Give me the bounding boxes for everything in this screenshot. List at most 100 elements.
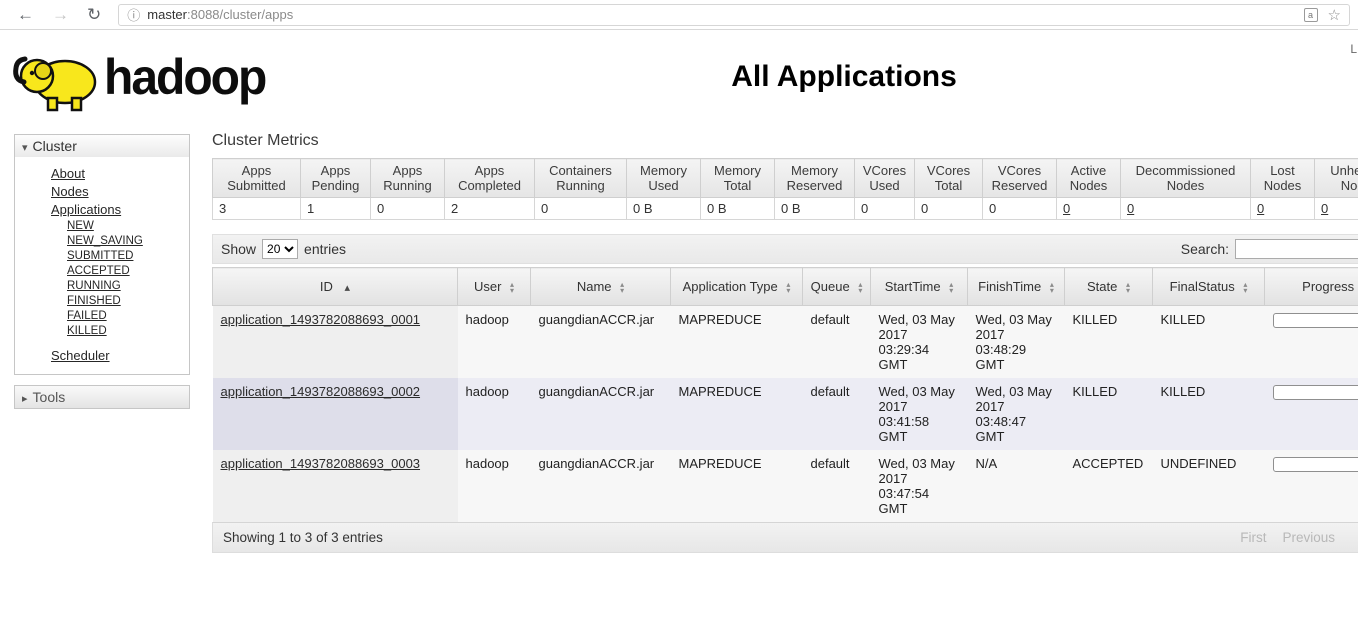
main-content: Cluster Metrics Apps Submitted Apps Pend… — [196, 124, 1358, 553]
pagination: First Previous — [1240, 530, 1335, 545]
app-type-cell: MAPREDUCE — [671, 450, 803, 522]
column-header-queue[interactable]: Queue ▴▾ — [803, 268, 871, 306]
logged-in-text-cutoff: L — [1350, 42, 1357, 56]
url-host: master — [147, 7, 187, 22]
hadoop-logo-text: hadoop — [104, 48, 265, 106]
pagination-previous-button[interactable]: Previous — [1282, 530, 1335, 545]
app-name-cell: guangdianACCR.jar — [531, 306, 671, 379]
show-label: Show — [221, 241, 256, 257]
table-toolbar: Show 20 entries Search: — [212, 234, 1358, 264]
metrics-header-cell: Containers Running — [535, 159, 627, 198]
metrics-header-cell: VCores Reserved — [983, 159, 1057, 198]
sidebar-item-new-saving[interactable]: NEW_SAVING — [15, 233, 189, 248]
metrics-value-cell: 0 — [855, 198, 915, 220]
search-input[interactable] — [1235, 239, 1358, 259]
app-user-cell: hadoop — [458, 306, 531, 379]
address-bar[interactable]: ⓘ master :8088/cluster/apps a ☆ — [118, 4, 1350, 26]
column-header-application-type[interactable]: Application Type ▴▾ — [671, 268, 803, 306]
metrics-value-cell: 0 — [1251, 198, 1315, 220]
cluster-panel-header[interactable]: ▾ Cluster — [15, 135, 189, 157]
metrics-value-cell: 1 — [301, 198, 371, 220]
app-id-link[interactable]: application_1493782088693_0002 — [221, 384, 421, 399]
column-header-finishtime[interactable]: FinishTime ▴▾ — [968, 268, 1065, 306]
metrics-header-cell: Lost Nodes — [1251, 159, 1315, 198]
column-label: Queue — [811, 279, 850, 294]
sidebar-item-about[interactable]: About — [15, 164, 189, 182]
metrics-value-cell: 0 — [1121, 198, 1251, 220]
metrics-value-cell: 0 — [915, 198, 983, 220]
sidebar-item-killed[interactable]: KILLED — [15, 323, 189, 338]
reload-icon[interactable]: ↻ — [87, 5, 101, 25]
metrics-value-row: 3 1 0 2 0 0 B 0 B 0 B 0 0 0 0 0 0 0 — [213, 198, 1358, 220]
sidebar-item-submitted[interactable]: SUBMITTED — [15, 248, 189, 263]
column-header-progress[interactable]: Progress ▴▾ — [1265, 268, 1358, 306]
column-header-user[interactable]: User ▴▾ — [458, 268, 531, 306]
app-finishtime-cell: Wed, 03 May 2017 03:48:47 GMT — [968, 378, 1065, 450]
sidebar-item-new[interactable]: NEW — [15, 218, 189, 233]
pagination-first-button[interactable]: First — [1240, 530, 1266, 545]
tools-panel-header[interactable]: ▸ Tools — [14, 385, 190, 409]
column-header-starttime[interactable]: StartTime ▴▾ — [871, 268, 968, 306]
chevron-down-icon: ▾ — [22, 142, 28, 154]
metrics-header-cell: VCores Total — [915, 159, 983, 198]
page-header: hadoop All Applications L — [0, 30, 1358, 120]
sidebar-item-finished[interactable]: FINISHED — [15, 293, 189, 308]
sort-both-icon: ▴▾ — [1050, 282, 1054, 294]
metrics-value-cell: 0 — [1315, 198, 1358, 220]
metrics-header-cell: Memory Total — [701, 159, 775, 198]
metrics-header-cell: Memory Reserved — [775, 159, 855, 198]
metrics-header-cell: Apps Submitted — [213, 159, 301, 198]
app-finalstatus-cell: UNDEFINED — [1153, 450, 1265, 522]
sidebar: ▾ Cluster About Nodes Applications NEW NE… — [0, 124, 196, 553]
app-starttime-cell: Wed, 03 May 2017 03:41:58 GMT — [871, 378, 968, 450]
app-queue-cell: default — [803, 378, 871, 450]
app-state-cell: ACCEPTED — [1065, 450, 1153, 522]
column-label: Name — [577, 279, 612, 294]
column-header-id[interactable]: ID ▴ — [213, 268, 458, 306]
column-header-name[interactable]: Name ▴▾ — [531, 268, 671, 306]
app-finishtime-cell: N/A — [968, 450, 1065, 522]
app-id-cell: application_1493782088693_0003 — [213, 450, 458, 522]
column-header-state[interactable]: State ▴▾ — [1065, 268, 1153, 306]
app-id-link[interactable]: application_1493782088693_0003 — [221, 456, 421, 471]
metrics-header-cell: Active Nodes — [1057, 159, 1121, 198]
forward-icon[interactable]: → — [52, 5, 69, 25]
progress-bar — [1273, 457, 1358, 472]
translate-icon[interactable]: a — [1304, 8, 1318, 22]
sidebar-item-applications[interactable]: Applications — [15, 200, 189, 218]
lost-nodes-link[interactable]: 0 — [1257, 201, 1264, 216]
page-info-icon[interactable]: ⓘ — [127, 5, 140, 24]
app-starttime-cell: Wed, 03 May 2017 03:47:54 GMT — [871, 450, 968, 522]
tools-panel-label: Tools — [33, 389, 66, 405]
column-label: State — [1087, 279, 1117, 294]
app-finalstatus-cell: KILLED — [1153, 378, 1265, 450]
table-row: application_1493782088693_0003 hadoop gu… — [213, 450, 1358, 522]
page-size-select[interactable]: 20 — [262, 239, 298, 259]
chevron-right-icon: ▸ — [22, 393, 28, 405]
back-icon[interactable]: ← — [17, 5, 34, 25]
browser-toolbar: ← → ↻ ⓘ master :8088/cluster/apps a ☆ — [0, 0, 1358, 30]
sidebar-item-scheduler[interactable]: Scheduler — [15, 346, 189, 364]
metrics-value-cell: 0 — [1057, 198, 1121, 220]
sort-both-icon: ▴▾ — [510, 282, 514, 294]
app-queue-cell: default — [803, 450, 871, 522]
cluster-nav: About Nodes Applications NEW NEW_SAVING … — [15, 157, 189, 374]
sidebar-item-failed[interactable]: FAILED — [15, 308, 189, 323]
column-label: Application Type — [683, 279, 778, 294]
app-id-link[interactable]: application_1493782088693_0001 — [221, 312, 421, 327]
unhealthy-nodes-link[interactable]: 0 — [1321, 201, 1328, 216]
metrics-header-cell: Apps Completed — [445, 159, 535, 198]
bookmark-star-icon[interactable]: ☆ — [1328, 6, 1341, 24]
cluster-panel-label: Cluster — [33, 138, 77, 154]
sidebar-item-accepted[interactable]: ACCEPTED — [15, 263, 189, 278]
metrics-header-cell: Apps Pending — [301, 159, 371, 198]
apps-header-row: ID ▴ User ▴▾ Name ▴▾ Application Type ▴▾ — [213, 268, 1358, 306]
cluster-panel: ▾ Cluster About Nodes Applications NEW NE… — [14, 134, 190, 375]
column-label: FinishTime — [978, 279, 1041, 294]
applications-table: ID ▴ User ▴▾ Name ▴▾ Application Type ▴▾ — [212, 267, 1358, 522]
decommissioned-nodes-link[interactable]: 0 — [1127, 201, 1134, 216]
active-nodes-link[interactable]: 0 — [1063, 201, 1070, 216]
column-header-finalstatus[interactable]: FinalStatus ▴▾ — [1153, 268, 1265, 306]
sidebar-item-running[interactable]: RUNNING — [15, 278, 189, 293]
sidebar-item-nodes[interactable]: Nodes — [15, 182, 189, 200]
